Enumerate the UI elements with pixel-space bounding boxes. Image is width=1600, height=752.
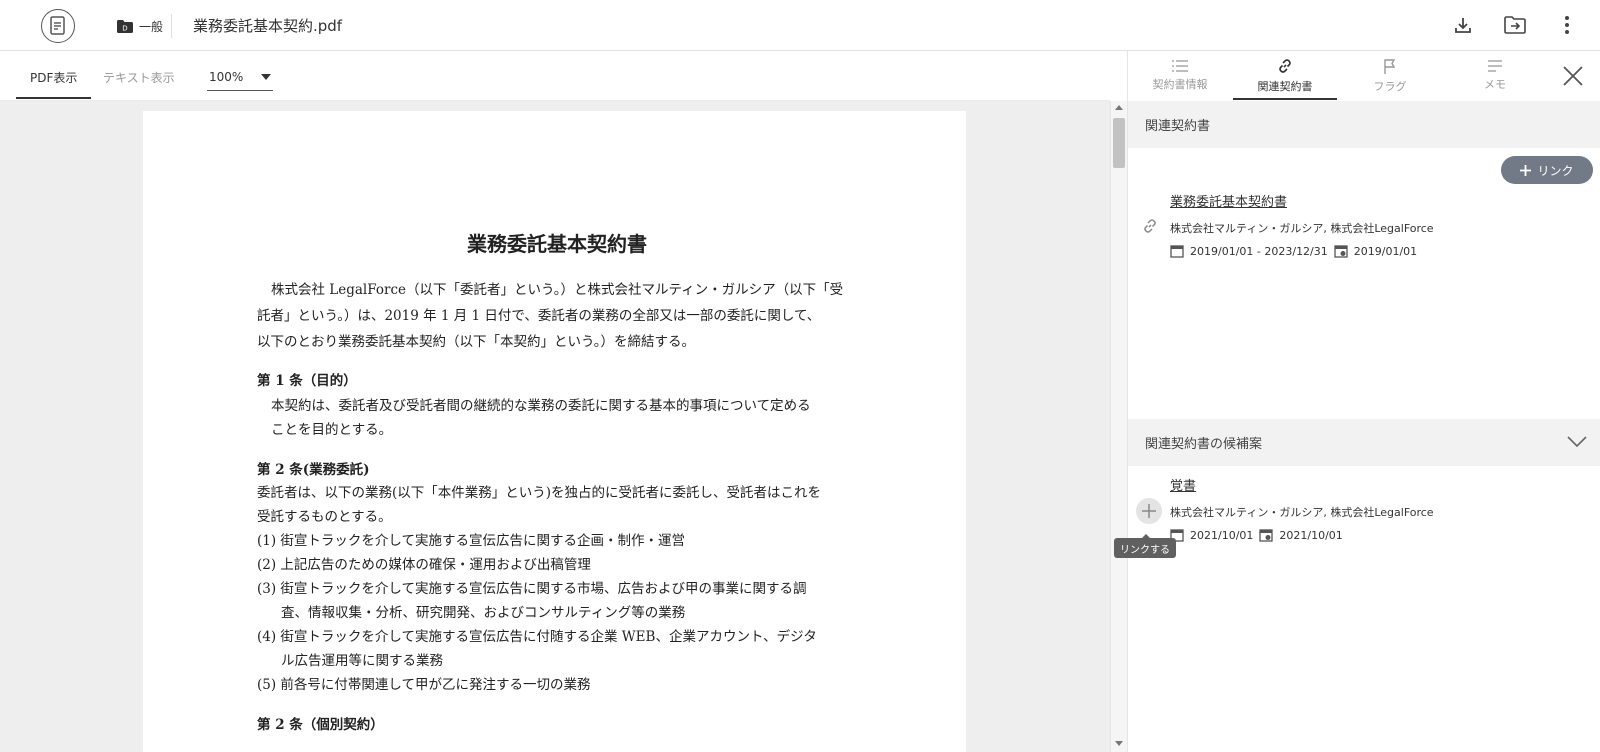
move-to-folder-icon[interactable] — [1502, 11, 1528, 39]
folder-icon: D — [117, 19, 133, 33]
tab-flags[interactable]: フラグ — [1338, 51, 1442, 101]
section-title: 関連契約書の候補案 — [1145, 437, 1263, 452]
plus-icon — [1520, 164, 1532, 176]
flag-icon — [1384, 58, 1396, 74]
folder-label: 一般 — [139, 19, 164, 34]
zoom-select[interactable]: 100% — [207, 63, 273, 91]
candidate-contract-dates: 2021/10/01 2021/10/01 — [1170, 528, 1343, 542]
scroll-thumb[interactable] — [1113, 118, 1125, 168]
related-contract-dates: 2019/01/01 - 2023/12/31 2019/01/01 — [1170, 244, 1417, 258]
scroll-up-arrow-icon[interactable] — [1115, 105, 1123, 110]
document-scrollbar[interactable] — [1110, 101, 1127, 752]
document-viewer: 業務委託基本契約書 株式会社 LegalForce（以下「委託者」という。）と株… — [0, 101, 1110, 752]
doc-line: 託者」という。）は、2019 年 1 月 1 日付で、委託者の業務の全部又は一部… — [257, 308, 821, 324]
candidate-contract-title[interactable]: 覚書 — [1170, 475, 1196, 494]
download-icon[interactable] — [1450, 11, 1476, 39]
contract-date: 2021/10/01 — [1279, 528, 1343, 542]
candidate-contract-parties: 株式会社マルティン・ガルシア, 株式会社LegalForce — [1170, 506, 1434, 519]
doc-line: (1) 街宣トラックを介して実施する宣伝広告に関する企画・制作・運営 — [257, 533, 686, 549]
active-tab-indicator — [1233, 98, 1337, 100]
contract-period: 2019/01/01 - 2023/12/31 — [1190, 244, 1328, 258]
zoom-value: 100% — [209, 69, 244, 84]
doc-line: 委託者は、以下の業務(以下「本件業務」という)を独占的に受託者に委託し、受託者は… — [257, 485, 822, 501]
candidates-header[interactable]: 関連契約書の候補案 — [1128, 419, 1600, 466]
tab-text-view[interactable]: テキスト表示 — [103, 69, 175, 86]
tab-contract-info[interactable]: 契約書情報 — [1128, 51, 1232, 101]
viewer-toolbar: PDF表示 テキスト表示 100% — [0, 51, 1110, 101]
doc-line: 査、情報収集・分析、研究開発、およびコンサルティング等の業務 — [281, 605, 686, 621]
scroll-down-arrow-icon[interactable] — [1115, 741, 1123, 746]
related-contract-title[interactable]: 業務委託基本契約書 — [1170, 191, 1287, 210]
tab-label: メモ — [1484, 78, 1506, 91]
document-logo-icon[interactable] — [41, 9, 75, 43]
tab-pdf-view[interactable]: PDF表示 — [30, 69, 77, 86]
related-contract-parties: 株式会社マルティン・ガルシア, 株式会社LegalForce — [1170, 222, 1434, 235]
add-link-button[interactable]: リンク — [1501, 156, 1593, 184]
link-candidate-button[interactable] — [1136, 498, 1162, 524]
close-icon[interactable] — [1560, 63, 1586, 89]
tab-related-contracts[interactable]: 関連契約書 — [1233, 51, 1337, 101]
link-icon — [1279, 59, 1291, 73]
doc-line: 受託するものとする。 — [257, 509, 392, 525]
memo-icon — [1488, 60, 1502, 72]
tab-memo[interactable]: メモ — [1443, 51, 1547, 101]
link-tooltip: リンクする — [1114, 534, 1176, 558]
list-icon — [1172, 60, 1188, 72]
doc-line: (3) 街宣トラックを介して実施する宣伝広告に関する市場、広告および甲の事業に関… — [257, 581, 807, 597]
more-menu-icon[interactable] — [1554, 11, 1580, 39]
section-title: 関連契約書 — [1145, 119, 1211, 134]
chevron-down-icon[interactable] — [1567, 436, 1587, 448]
doc-line: (4) 街宣トラックを介して実施する宣伝広告に付随する企業 WEB、企業アカウン… — [257, 629, 817, 645]
file-title: 業務委託基本契約.pdf — [193, 17, 343, 35]
calendar-check-icon — [1259, 529, 1274, 542]
related-contracts-header: 関連契約書 — [1128, 101, 1600, 148]
svg-text:D: D — [122, 24, 127, 32]
calendar-icon — [1170, 245, 1184, 258]
link-button-label: リンク — [1537, 163, 1574, 178]
tab-label: 契約書情報 — [1152, 78, 1208, 91]
doc-line: 本契約は、委託者及び受託者間の継続的な業務の委託に関する基本的事項について定める — [271, 398, 811, 414]
doc-line: ル広告運用等に関する業務 — [281, 653, 443, 669]
plus-icon — [1142, 504, 1156, 518]
tab-label: 関連契約書 — [1257, 80, 1313, 93]
doc-line: ことを目的とする。 — [271, 422, 393, 438]
contract-date: 2019/01/01 — [1353, 244, 1418, 258]
folder-badge[interactable]: D 一般 — [109, 14, 173, 38]
top-bar: D 一般 業務委託基本契約.pdf — [0, 0, 1600, 51]
document-title: 業務委託基本契約書 — [467, 232, 647, 256]
link-icon — [1144, 219, 1156, 233]
doc-heading: 第 2 条（個別契約） — [257, 717, 384, 733]
tab-label: フラグ — [1373, 79, 1407, 93]
calendar-check-icon — [1334, 245, 1348, 258]
side-panel: 契約書情報 関連契約書 フラグ メモ 関連契約書 リンク 業務委託基本契約書 株… — [1114, 51, 1600, 752]
pdf-page: 業務委託基本契約書 株式会社 LegalForce（以下「委託者」という。）と株… — [143, 111, 966, 752]
chevron-down-icon — [261, 73, 271, 80]
doc-line: (2) 上記広告のための媒体の確保・運用および出稿管理 — [257, 557, 591, 573]
doc-heading: 第 1 条（目的） — [257, 373, 357, 389]
doc-line: 以下のとおり業務委託基本契約（以下「本契約」という。）を締結する。 — [257, 334, 695, 350]
doc-heading: 第 2 条(業務委託) — [257, 462, 370, 478]
doc-line: (5) 前各号に付帯関連して甲が乙に発注する一切の業務 — [257, 677, 591, 693]
active-tab-indicator — [16, 97, 91, 99]
doc-line: 株式会社 LegalForce（以下「委託者」という。）と株式会社マルティン・ガ… — [271, 282, 844, 298]
contract-period: 2021/10/01 — [1190, 528, 1254, 542]
